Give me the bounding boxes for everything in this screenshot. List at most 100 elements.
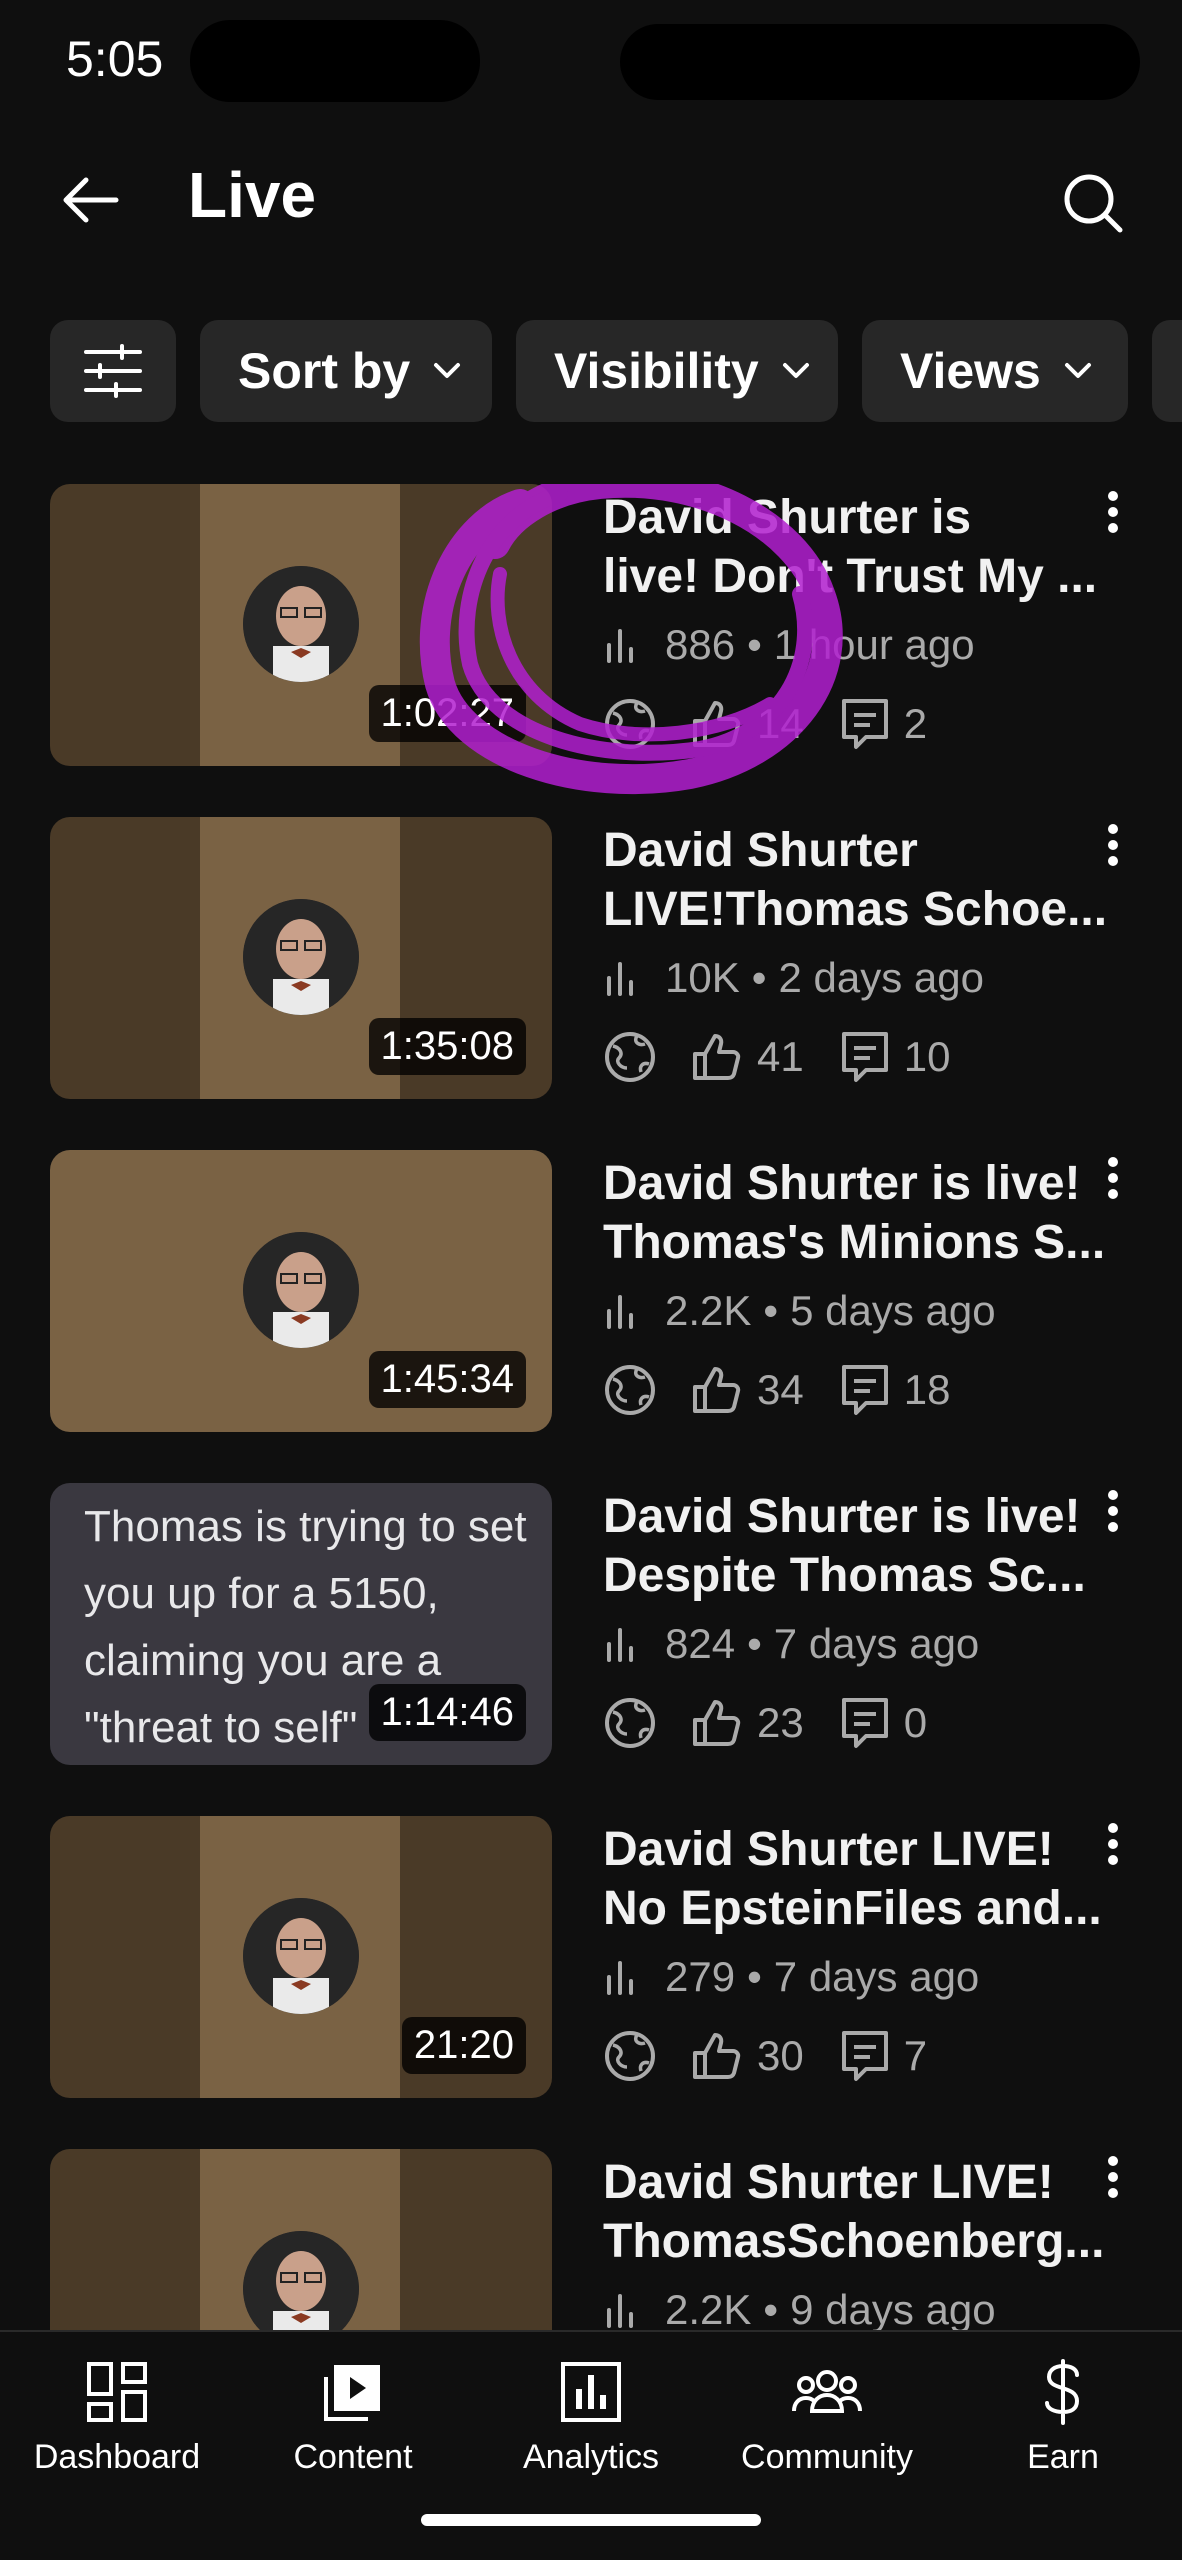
video-meta: 2.2K • 9 days ago [603,2285,996,2330]
thumbs-up-icon [689,1363,743,1417]
video-row[interactable]: Thomas is trying to set you up for a 515… [0,1483,1182,1816]
more-options-button[interactable] [1088,490,1138,540]
thumbs-up-icon [689,1696,743,1750]
nav-content[interactable]: Content [238,2352,468,2502]
view-count: 10K [665,954,740,1001]
video-thumbnail[interactable]: 1:35:08 [50,817,552,1099]
video-title-line: ThomasSchoenberg... [603,2215,1105,2268]
video-stats: 41 10 [603,1027,986,1087]
separator-dot: • [751,954,767,1001]
comment-icon [840,1696,890,1750]
avatar [243,566,359,682]
globe-icon [603,697,657,751]
video-thumbnail[interactable]: 1:45:34 [50,1150,552,1432]
avatar [243,1232,359,1348]
more-vert-icon [1108,1823,1118,1865]
view-count: 824 [665,1620,736,1667]
visibility-chip[interactable]: Visibility [516,320,838,422]
comment-count: 7 [903,2032,928,2079]
more-options-button[interactable] [1088,1489,1138,1539]
view-count: 886 [665,621,736,668]
sort-by-label: Sort by [238,343,411,399]
thumbs-up-icon [689,2029,743,2083]
video-title-line: David Shurter is live! [603,1157,1081,1210]
video-stats: 23 0 [603,1693,963,1753]
nav-analytics[interactable]: Analytics [476,2352,706,2502]
more-filters-chip[interactable] [1152,320,1182,422]
chevron-down-icon [432,361,462,381]
upload-age: 2 days ago [778,954,984,1001]
video-row[interactable]: 1:45:34 David Shurter is live! Thomas's … [0,1150,1182,1483]
video-stats: 14 2 [603,694,963,754]
view-count: 279 [665,1953,736,2000]
avatar [243,899,359,1015]
views-label: Views [900,343,1041,399]
separator-dot: • [763,1287,779,1334]
video-title[interactable]: David Shurter LIVE! No EpsteinFiles and.… [603,1820,1113,1938]
nav-earn[interactable]: Earn [948,2352,1178,2502]
more-vert-icon [1108,491,1118,533]
comment-icon [840,1363,890,1417]
more-options-button[interactable] [1088,1822,1138,1872]
view-count: 2.2K [665,1287,752,1334]
separator-dot: • [747,1953,762,2000]
upload-age: 9 days ago [790,2286,996,2330]
duration-badge: 1:14:46 [368,1684,526,1741]
redaction-mark [190,20,480,102]
content-icon [322,2352,384,2432]
like-count: 34 [757,1366,804,1413]
video-title[interactable]: David Shurter LIVE!Thomas Schoe... [603,821,1113,939]
more-options-button[interactable] [1088,1156,1138,1206]
video-row[interactable]: David Shurter LIVE! ThomasSchoenberg... … [0,2149,1182,2330]
video-thumbnail[interactable]: 1:02:27 [50,484,552,766]
video-meta: 10K • 2 days ago [603,953,984,1003]
comment-count: 18 [903,1366,951,1413]
more-vert-icon [1108,1157,1118,1199]
dollar-icon [1041,2352,1085,2432]
chevron-down-icon [1063,361,1093,381]
thumbs-up-icon [689,697,743,751]
back-button[interactable] [50,160,130,240]
sliders-icon [84,344,142,398]
upload-age: 7 days ago [773,1620,980,1667]
video-title[interactable]: David Shurter is live! Thomas's Minions … [603,1154,1113,1272]
video-thumbnail[interactable] [50,2149,552,2330]
globe-icon [603,1030,657,1084]
video-title-line: LIVE!Thomas Schoe... [603,883,1108,936]
nav-content-label: Content [293,2438,413,2476]
video-row[interactable]: 1:02:27 David Shurter is live! Don't Tru… [0,484,1182,817]
video-title[interactable]: David Shurter is live! Don't Trust My ..… [603,488,1113,606]
more-vert-icon [1108,2156,1118,2198]
duration-badge: 1:45:34 [368,1351,526,1408]
views-bars-icon [603,2290,643,2330]
video-thumbnail[interactable]: 21:20 [50,1816,552,2098]
nav-dashboard[interactable]: Dashboard [2,2352,232,2502]
comment-count: 0 [903,1699,928,1746]
duration-badge: 1:35:08 [368,1018,526,1075]
video-row[interactable]: 21:20 David Shurter LIVE! No EpsteinFile… [0,1816,1182,2149]
video-title-line: Thomas's Minions S... [603,1216,1106,1269]
video-meta: 279 • 7 days ago [603,1952,979,2002]
video-stats: 34 18 [603,1360,986,1420]
video-thumbnail[interactable]: Thomas is trying to set you up for a 515… [50,1483,552,1765]
arrow-left-icon [63,177,119,223]
search-icon [1064,174,1123,233]
nav-community[interactable]: Community [712,2352,942,2502]
video-title[interactable]: David Shurter is live! Despite Thomas Sc… [603,1487,1113,1605]
views-bars-icon [603,1624,643,1664]
more-options-button[interactable] [1088,823,1138,873]
filter-settings-button[interactable] [50,320,176,422]
home-indicator[interactable] [421,2514,761,2526]
more-options-button[interactable] [1088,2155,1138,2205]
views-chip[interactable]: Views [862,320,1128,422]
search-button[interactable] [1048,158,1138,248]
video-title-line: David Shurter is live! [603,1490,1081,1543]
video-title[interactable]: David Shurter LIVE! ThomasSchoenberg... [603,2153,1113,2271]
video-meta: 886 • 1 hour ago [603,620,975,670]
video-meta: 2.2K • 5 days ago [603,1286,996,1336]
sort-by-chip[interactable]: Sort by [200,320,492,422]
views-bars-icon [603,1291,643,1331]
comment-count: 2 [903,700,928,747]
separator-dot: • [747,621,762,668]
video-row[interactable]: 1:35:08 David Shurter LIVE!Thomas Schoe.… [0,817,1182,1150]
